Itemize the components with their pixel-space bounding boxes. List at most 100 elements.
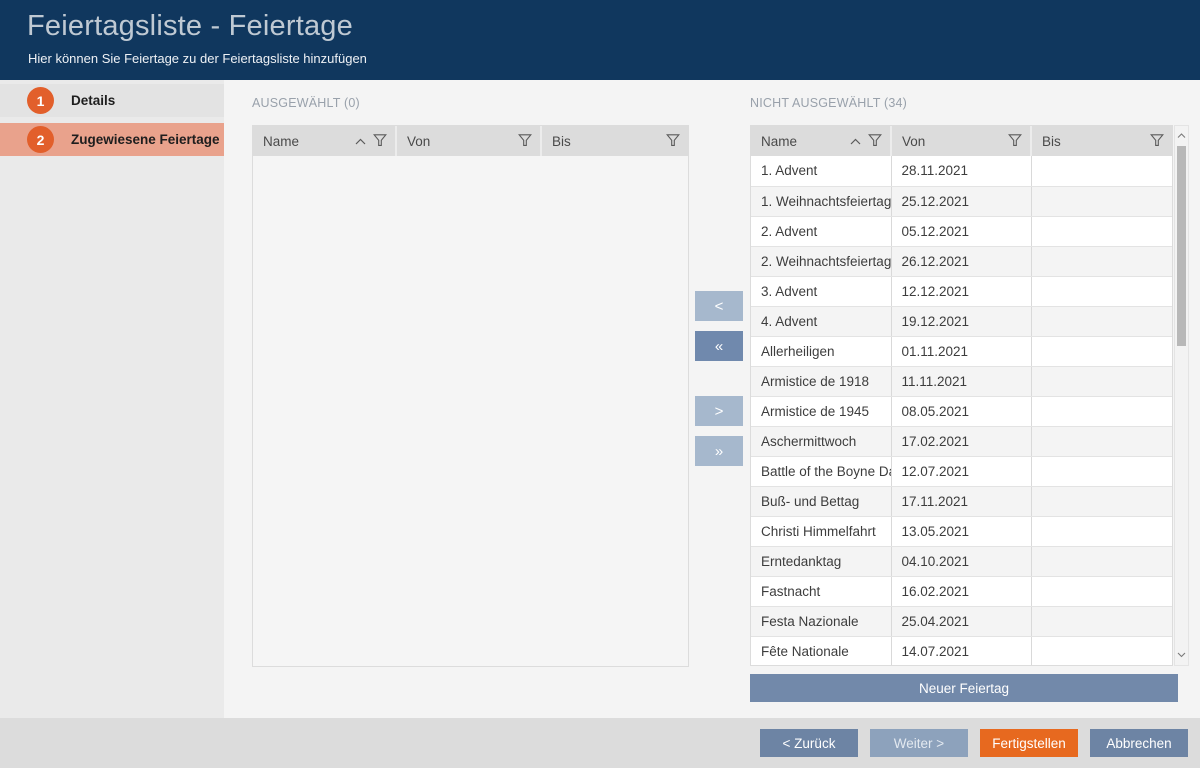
table-cell: 17.11.2021: [891, 486, 1031, 516]
scrollbar-thumb[interactable]: [1177, 146, 1186, 346]
page-title: Feiertagsliste - Feiertage: [27, 10, 353, 43]
move-right-button[interactable]: >: [695, 396, 743, 426]
vertical-scrollbar[interactable]: [1174, 125, 1189, 666]
table-cell: Fête Nationale: [751, 636, 891, 666]
table-row[interactable]: 4. Advent19.12.2021: [751, 306, 1172, 336]
table-cell: [1031, 606, 1172, 636]
table-header-row: Name Von Bis: [751, 126, 1172, 156]
filter-funnel-icon[interactable]: [666, 133, 680, 150]
sort-ascending-icon: [850, 134, 861, 149]
table-row[interactable]: Armistice de 191811.11.2021: [751, 366, 1172, 396]
filter-funnel-icon[interactable]: [868, 133, 882, 150]
table-cell: [1031, 336, 1172, 366]
table-cell: [1031, 216, 1172, 246]
scroll-up-icon[interactable]: [1175, 129, 1188, 143]
page-subtitle: Hier können Sie Feiertage zu der Feierta…: [28, 51, 367, 66]
table-cell: 26.12.2021: [891, 246, 1031, 276]
table-cell: 16.02.2021: [891, 576, 1031, 606]
column-header-von[interactable]: Von: [396, 126, 541, 156]
table-row[interactable]: Christi Himmelfahrt13.05.2021: [751, 516, 1172, 546]
table-row[interactable]: Buß- und Bettag17.11.2021: [751, 486, 1172, 516]
column-header-label: Name: [263, 134, 299, 149]
table-cell: [1031, 186, 1172, 216]
table-row[interactable]: Erntedanktag04.10.2021: [751, 546, 1172, 576]
table-header-row: Name Von Bis: [253, 126, 688, 156]
column-header-bis[interactable]: Bis: [541, 126, 688, 156]
filter-funnel-icon[interactable]: [1150, 133, 1164, 150]
table-cell: 3. Advent: [751, 276, 891, 306]
filter-funnel-icon[interactable]: [1008, 133, 1022, 150]
table-row[interactable]: Fête Nationale14.07.2021: [751, 636, 1172, 666]
table-row[interactable]: 2. Weihnachtsfeiertag26.12.2021: [751, 246, 1172, 276]
unselected-table: Name Von Bis: [750, 125, 1173, 666]
wizard-step-assigned-holidays[interactable]: 2 Zugewiesene Feiertage: [0, 123, 224, 156]
table-cell: [1031, 546, 1172, 576]
scroll-down-icon[interactable]: [1175, 648, 1188, 662]
table-cell: 01.11.2021: [891, 336, 1031, 366]
new-holiday-button[interactable]: Neuer Feiertag: [750, 674, 1178, 702]
table-row[interactable]: 3. Advent12.12.2021: [751, 276, 1172, 306]
double-chevron-left-icon: «: [715, 338, 723, 355]
table-cell: 04.10.2021: [891, 546, 1031, 576]
table-row[interactable]: Armistice de 194508.05.2021: [751, 396, 1172, 426]
move-all-right-button[interactable]: »: [695, 436, 743, 466]
next-button[interactable]: Weiter >: [870, 729, 968, 757]
wizard-step-details[interactable]: 1 Details: [0, 84, 224, 117]
table-cell: 2. Advent: [751, 216, 891, 246]
table-cell: [1031, 636, 1172, 666]
table-cell: 12.12.2021: [891, 276, 1031, 306]
table-cell: 17.02.2021: [891, 426, 1031, 456]
table-cell: [1031, 576, 1172, 606]
double-chevron-right-icon: »: [715, 443, 723, 460]
column-header-name[interactable]: Name: [253, 126, 396, 156]
sort-ascending-icon: [355, 134, 366, 149]
column-header-label: Bis: [1042, 134, 1061, 149]
table-row[interactable]: Allerheiligen01.11.2021: [751, 336, 1172, 366]
selected-table: Name Von Bis: [252, 125, 689, 667]
table-cell: 1. Weihnachtsfeiertag: [751, 186, 891, 216]
unselected-panel-title: NICHT AUSGEWÄHLT (34): [750, 96, 907, 110]
table-cell: [1031, 306, 1172, 336]
table-cell: 4. Advent: [751, 306, 891, 336]
table-cell: 05.12.2021: [891, 216, 1031, 246]
table-cell: 25.04.2021: [891, 606, 1031, 636]
table-cell: 19.12.2021: [891, 306, 1031, 336]
table-cell: [1031, 156, 1172, 186]
column-header-name[interactable]: Name: [751, 126, 891, 156]
column-header-label: Von: [407, 134, 430, 149]
step-number-badge: 2: [27, 126, 54, 153]
move-left-button[interactable]: <: [695, 291, 743, 321]
filter-funnel-icon[interactable]: [518, 133, 532, 150]
table-cell: 08.05.2021: [891, 396, 1031, 426]
table-cell: Battle of the Boyne Da: [751, 456, 891, 486]
column-header-bis[interactable]: Bis: [1031, 126, 1172, 156]
chevron-right-icon: >: [715, 403, 724, 420]
table-cell: Armistice de 1918: [751, 366, 891, 396]
table-row[interactable]: 1. Weihnachtsfeiertag25.12.2021: [751, 186, 1172, 216]
table-cell: 13.05.2021: [891, 516, 1031, 546]
table-cell: Christi Himmelfahrt: [751, 516, 891, 546]
table-row[interactable]: Battle of the Boyne Da12.07.2021: [751, 456, 1172, 486]
table-cell: Armistice de 1945: [751, 396, 891, 426]
table-cell: Buß- und Bettag: [751, 486, 891, 516]
table-row[interactable]: Festa Nazionale25.04.2021: [751, 606, 1172, 636]
cancel-button[interactable]: Abbrechen: [1090, 729, 1188, 757]
step-label: Zugewiesene Feiertage: [71, 132, 220, 147]
table-row[interactable]: Fastnacht16.02.2021: [751, 576, 1172, 606]
table-row[interactable]: 1. Advent28.11.2021: [751, 156, 1172, 186]
table-row[interactable]: 2. Advent05.12.2021: [751, 216, 1172, 246]
filter-funnel-icon[interactable]: [373, 133, 387, 150]
back-button[interactable]: < Zurück: [760, 729, 858, 757]
column-header-label: Von: [902, 134, 925, 149]
wizard-sidebar: 1 Details 2 Zugewiesene Feiertage: [0, 80, 224, 718]
table-cell: [1031, 366, 1172, 396]
finish-button[interactable]: Fertigstellen: [980, 729, 1078, 757]
step-label: Details: [71, 93, 115, 108]
table-cell: 11.11.2021: [891, 366, 1031, 396]
table-cell: [1031, 426, 1172, 456]
table-row[interactable]: Aschermittwoch17.02.2021: [751, 426, 1172, 456]
table-cell: 28.11.2021: [891, 156, 1031, 186]
move-all-left-button[interactable]: «: [695, 331, 743, 361]
column-header-von[interactable]: Von: [891, 126, 1031, 156]
table-cell: [1031, 516, 1172, 546]
